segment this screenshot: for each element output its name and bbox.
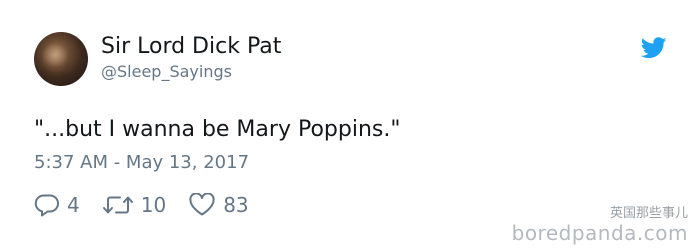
user-handle[interactable]: @Sleep_Sayings: [101, 62, 232, 82]
twitter-bird-icon[interactable]: [641, 37, 667, 59]
tweet-card: Sir Lord Dick Pat @Sleep_Sayings "...but…: [0, 0, 700, 248]
retweet-count: 10: [140, 193, 167, 217]
avatar[interactable]: [34, 32, 88, 86]
reply-button[interactable]: 4: [34, 193, 80, 217]
tweet-timestamp[interactable]: 5:37 AM - May 13, 2017: [34, 152, 249, 174]
reply-icon: [34, 194, 59, 217]
retweet-button[interactable]: 10: [102, 193, 166, 217]
watermark-caption: 英国那些事儿: [609, 206, 688, 221]
reply-count: 4: [67, 193, 80, 217]
display-name[interactable]: Sir Lord Dick Pat: [101, 34, 281, 60]
watermark: 英国那些事儿 boredpanda.com: [512, 206, 688, 244]
like-button[interactable]: 83: [188, 193, 249, 217]
watermark-site: boredpanda.com: [511, 221, 688, 245]
tweet-text: "...but I wanna be Mary Poppins.": [34, 117, 401, 142]
tweet-actions: 4 10 83: [34, 191, 271, 219]
like-count: 83: [223, 193, 249, 217]
heart-icon: [189, 193, 215, 216]
retweet-icon: [102, 196, 133, 214]
